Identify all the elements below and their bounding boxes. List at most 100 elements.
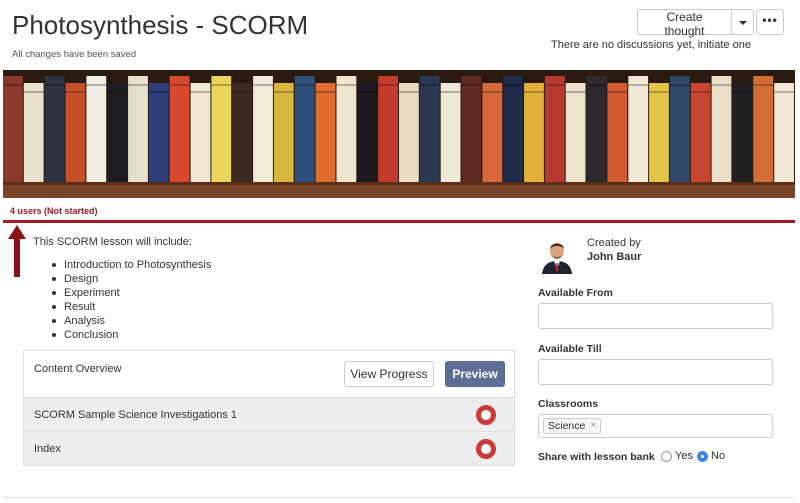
book-spine	[649, 83, 669, 182]
book-spine-band	[482, 91, 503, 93]
book-spine-band	[649, 91, 669, 93]
book-spine	[44, 76, 65, 182]
book-spine-band	[128, 84, 148, 86]
book-spine-band	[628, 84, 649, 86]
book-spine-band	[148, 91, 169, 93]
classroom-tag-label: Science	[548, 420, 586, 432]
book-spine-band	[524, 91, 544, 93]
book-spine	[3, 76, 23, 182]
book-spine-band	[273, 91, 294, 93]
book-spine-band	[253, 84, 273, 86]
book-spine-band	[586, 84, 607, 86]
book-spine	[440, 83, 461, 182]
book-spine-band	[544, 84, 565, 86]
book-spine-band	[399, 91, 419, 93]
content-item-row[interactable]: Index	[24, 431, 514, 465]
share-yes-label[interactable]: Yes	[675, 450, 693, 462]
book-spine	[586, 76, 607, 182]
book-spine	[315, 83, 336, 182]
close-icon[interactable]: ×	[590, 419, 596, 433]
panel-title: Content Overview	[34, 363, 122, 375]
book-spine	[482, 83, 503, 182]
book-spine	[419, 76, 440, 182]
progress-track	[3, 220, 795, 223]
book-spine	[607, 83, 628, 182]
create-thought-dropdown-button[interactable]	[732, 9, 754, 35]
status-ring-icon	[476, 405, 496, 425]
book-spine	[273, 83, 294, 182]
book-spine	[232, 83, 253, 182]
available-from-label: Available From	[538, 287, 613, 299]
classroom-tag: Science ×	[543, 418, 602, 434]
panel-header: Content Overview View Progress Preview	[24, 351, 514, 397]
save-status: All changes have been saved	[12, 49, 137, 60]
create-thought-group: Create thought	[637, 9, 754, 38]
list-item: Experiment	[51, 286, 211, 300]
book-spine	[190, 83, 211, 182]
discussion-note: There are no discussions yet, initiate o…	[551, 39, 751, 51]
creator-name: John Baur	[587, 251, 642, 263]
book-spine-band	[503, 84, 523, 86]
book-spine	[378, 76, 398, 182]
more-options-button[interactable]: •••	[756, 9, 784, 35]
book-spine	[711, 76, 732, 182]
book-spine	[565, 83, 586, 182]
avatar	[538, 236, 576, 274]
book-spine-band	[378, 84, 398, 86]
book-spine-band	[23, 91, 44, 93]
list-item: Analysis	[51, 314, 211, 328]
book-spine	[253, 76, 273, 182]
book-spine	[753, 76, 774, 182]
list-item: Design	[51, 272, 211, 286]
book-spine-band	[357, 91, 378, 93]
share-lesson-bank-label: Share with lesson bank	[538, 451, 655, 463]
list-item: Result	[51, 300, 211, 314]
book-spine	[107, 83, 127, 182]
content-item-row[interactable]: SCORM Sample Science Investigations 1	[24, 397, 514, 431]
share-yes-radio[interactable]	[661, 451, 672, 462]
book-spine	[732, 83, 753, 182]
classrooms-input[interactable]: Science ×	[538, 414, 773, 438]
book-spine-band	[774, 91, 794, 93]
creator-avatar-image	[538, 236, 576, 274]
content-item-label: SCORM Sample Science Investigations 1	[34, 409, 237, 421]
divider	[3, 497, 795, 498]
book-spine	[169, 76, 190, 182]
book-spine-band	[565, 91, 586, 93]
preview-button[interactable]: Preview	[445, 361, 505, 387]
available-from-input[interactable]	[538, 303, 773, 329]
book-spine	[128, 76, 148, 182]
book-spine	[628, 76, 649, 182]
book-spine-band	[190, 91, 211, 93]
created-by-label: Created by	[587, 237, 641, 249]
book-spine-band	[461, 84, 482, 86]
book-spine-band	[440, 91, 461, 93]
book-spine-band	[65, 91, 86, 93]
share-no-label[interactable]: No	[711, 450, 725, 462]
view-progress-button[interactable]: View Progress	[344, 361, 434, 387]
topic-list: Introduction to Photosynthesis Design Ex…	[51, 258, 212, 342]
book-spine-band	[607, 91, 628, 93]
book-spine-band	[419, 84, 440, 86]
list-item: Introduction to Photosynthesis	[51, 259, 212, 271]
available-till-input[interactable]	[538, 359, 773, 385]
book-spine-band	[711, 84, 732, 86]
book-spine-band	[232, 91, 253, 93]
book-spine-band	[336, 84, 357, 86]
share-no-radio[interactable]	[697, 451, 708, 462]
book-spine-band	[294, 84, 315, 86]
book-spine-band	[44, 84, 65, 86]
book-spine-band	[107, 91, 127, 93]
book-spine	[86, 76, 107, 182]
book-spine-band	[690, 91, 711, 93]
book-spine-band	[86, 84, 107, 86]
book-spine-band	[753, 84, 774, 86]
content-overview-panel: Content Overview View Progress Preview S…	[23, 350, 515, 466]
users-status: 4 users (Not started)	[10, 206, 98, 216]
book-spine	[503, 76, 523, 182]
page-title: Photosynthesis - SCORM	[12, 10, 309, 40]
bookshelf-banner	[3, 70, 795, 198]
available-till-label: Available Till	[538, 343, 602, 355]
create-thought-button[interactable]: Create thought	[637, 9, 732, 38]
book-spine-band	[169, 84, 190, 86]
